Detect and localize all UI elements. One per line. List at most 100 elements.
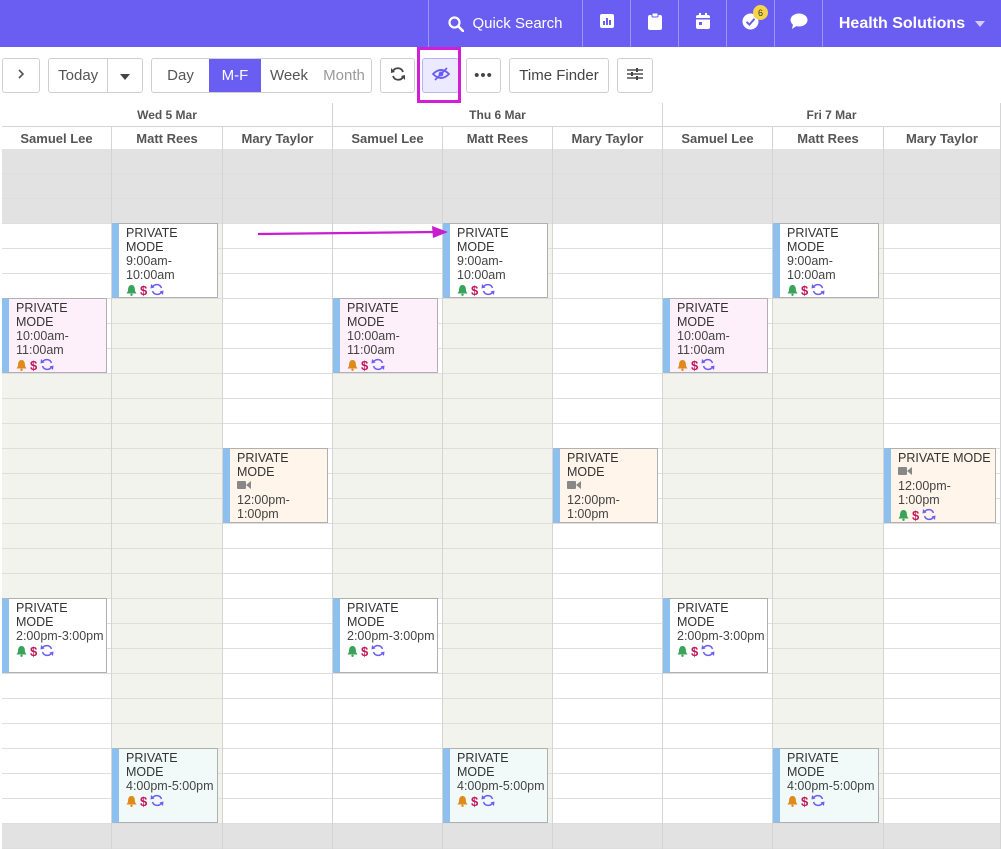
appointment-card[interactable]: PRIVATE MODE 9:00am-10:00am $ — [112, 223, 218, 298]
annotation-arrow — [258, 226, 448, 238]
appointment-status-icons: $ — [16, 644, 106, 660]
appointment-time: 4:00pm-5:00pm — [457, 779, 545, 793]
appointment-time: 9:00am-10:00am — [457, 254, 506, 282]
calendar-icon — [695, 13, 711, 34]
appointment-title: PRIVATE MODE — [347, 301, 399, 329]
next-period-button[interactable] — [2, 58, 40, 93]
dollar-icon: $ — [471, 794, 479, 809]
refresh-button[interactable] — [380, 58, 415, 93]
reports-button[interactable] — [582, 0, 630, 47]
dollar-icon: $ — [912, 508, 920, 523]
clipboard-button[interactable] — [630, 0, 678, 47]
appointment-status-icons: $ — [126, 283, 217, 298]
appointment-card[interactable]: PRIVATE MODE 4:00pm-5:00pm $ — [443, 748, 548, 823]
appointment-title: PRIVATE MODE — [457, 751, 509, 779]
day-header[interactable]: Fri 7 Mar — [663, 103, 1001, 127]
view-mf-button[interactable]: M-F — [209, 59, 261, 92]
settings-button[interactable] — [617, 58, 653, 93]
today-dropdown-toggle[interactable] — [108, 59, 142, 92]
appointment-card[interactable]: PRIVATE MODE 2:00pm-3:00pm $ — [663, 598, 768, 673]
dollar-icon: $ — [140, 283, 148, 298]
highlight-annotation-box — [417, 47, 461, 103]
appointment-card[interactable]: PRIVATE MODE 10:00am-11:00am $ — [663, 298, 768, 373]
dollar-icon: $ — [471, 283, 479, 298]
bell-icon — [347, 645, 358, 660]
dollar-icon: $ — [691, 358, 699, 373]
appointment-card[interactable]: PRIVATE MODE 2:00pm-3:00pm $ — [2, 598, 107, 673]
appointment-card[interactable]: PRIVATE MODE 4:00pm-5:00pm $ — [112, 748, 218, 823]
day-header[interactable]: Thu 6 Mar — [333, 103, 663, 127]
appointment-card[interactable]: PRIVATE MODE 2:00pm-3:00pm $ — [333, 598, 438, 673]
chat-icon — [790, 13, 808, 34]
staff-column-header: Mary Taylor — [884, 127, 1001, 149]
appointment-title: PRIVATE MODE — [457, 226, 509, 254]
tasks-button[interactable]: 6 — [726, 0, 774, 47]
appointment-card[interactable]: PRIVATE MODE 4:00pm-5:00pm $ — [773, 748, 879, 823]
dollar-icon: $ — [361, 358, 369, 373]
organization-menu[interactable]: Health Solutions — [822, 0, 1001, 47]
appointment-time: 2:00pm-3:00pm — [347, 629, 435, 643]
appointment-title: PRIVATE MODE — [16, 601, 68, 629]
calendar-button[interactable] — [678, 0, 726, 47]
quick-search-button[interactable]: Quick Search — [428, 0, 582, 47]
time-finder-button[interactable]: Time Finder — [509, 58, 609, 93]
sliders-icon — [627, 67, 643, 85]
messages-button[interactable] — [774, 0, 822, 47]
staff-column-header: Matt Rees — [112, 127, 223, 149]
appointment-time: 4:00pm-5:00pm — [787, 779, 875, 793]
recurring-icon — [701, 644, 715, 660]
chevron-down-icon — [975, 20, 986, 27]
appointment-card[interactable]: PRIVATE MODE 12:00pm-1:00pm$ — [884, 448, 996, 523]
more-options-button[interactable]: ••• — [466, 58, 501, 93]
recurring-icon — [371, 644, 385, 660]
staff-time-column[interactable] — [333, 149, 443, 849]
appointment-card[interactable]: PRIVATE MODE 10:00am-11:00am $ — [333, 298, 438, 373]
appointment-card[interactable]: PRIVATE MODE 10:00am-11:00am $ — [2, 298, 107, 373]
view-month-button[interactable]: Month — [317, 59, 371, 92]
recurring-icon — [481, 794, 495, 810]
staff-column-header: Matt Rees — [773, 127, 884, 149]
appointment-status-icons: $ — [787, 283, 878, 297]
dollar-icon: $ — [691, 644, 699, 659]
appointment-time: 12:00pm-1:00pm — [567, 493, 620, 521]
appointment-status-icons: $ — [457, 283, 547, 298]
chevron-right-icon — [17, 67, 25, 84]
bell-icon — [567, 523, 578, 524]
view-day-button[interactable]: Day — [152, 59, 209, 92]
appointment-time: 10:00am-11:00am — [677, 329, 730, 357]
bell-icon — [126, 795, 137, 810]
bell-icon — [457, 284, 468, 298]
staff-time-column[interactable] — [663, 149, 773, 849]
appointment-status-icons: $ — [237, 522, 327, 523]
recurring-icon — [591, 522, 605, 523]
appointment-time: 9:00am-10:00am — [126, 254, 175, 282]
recurring-icon — [811, 283, 825, 297]
staff-column-header: Samuel Lee — [2, 127, 112, 149]
chart-icon — [599, 13, 615, 34]
recurring-icon — [922, 508, 936, 522]
staff-column-header: Matt Rees — [443, 127, 553, 149]
appointment-time: 10:00am-11:00am — [347, 329, 400, 357]
day-header[interactable]: Wed 5 Mar — [2, 103, 333, 127]
appointment-status-icons: $ — [677, 358, 767, 373]
view-week-button[interactable]: Week — [261, 59, 317, 92]
appointment-card[interactable]: PRIVATE MODE 9:00am-10:00am $ — [773, 223, 879, 298]
bell-icon — [237, 523, 248, 524]
appointment-card[interactable]: PRIVATE MODE 12:00pm-1:00pm$ — [553, 448, 658, 523]
appointment-title: PRIVATE MODE — [126, 751, 178, 779]
recurring-icon — [40, 358, 54, 372]
search-icon — [448, 15, 465, 32]
today-button[interactable]: Today — [49, 59, 109, 92]
appointment-title: PRIVATE MODE — [898, 451, 991, 465]
bell-icon — [16, 359, 27, 373]
recurring-icon — [811, 794, 825, 810]
bell-icon — [16, 645, 27, 660]
appointment-status-icons: $ — [347, 358, 437, 373]
appointment-card[interactable]: PRIVATE MODE 9:00am-10:00am $ — [443, 223, 548, 298]
staff-time-column[interactable] — [2, 149, 112, 849]
appointment-status-icons: $ — [677, 644, 767, 660]
appointment-card[interactable]: PRIVATE MODE 12:00pm-1:00pm$ — [223, 448, 328, 523]
appointment-status-icons: $ — [787, 794, 878, 810]
quick-search-label: Quick Search — [472, 15, 563, 32]
ellipsis-icon: ••• — [474, 67, 493, 84]
